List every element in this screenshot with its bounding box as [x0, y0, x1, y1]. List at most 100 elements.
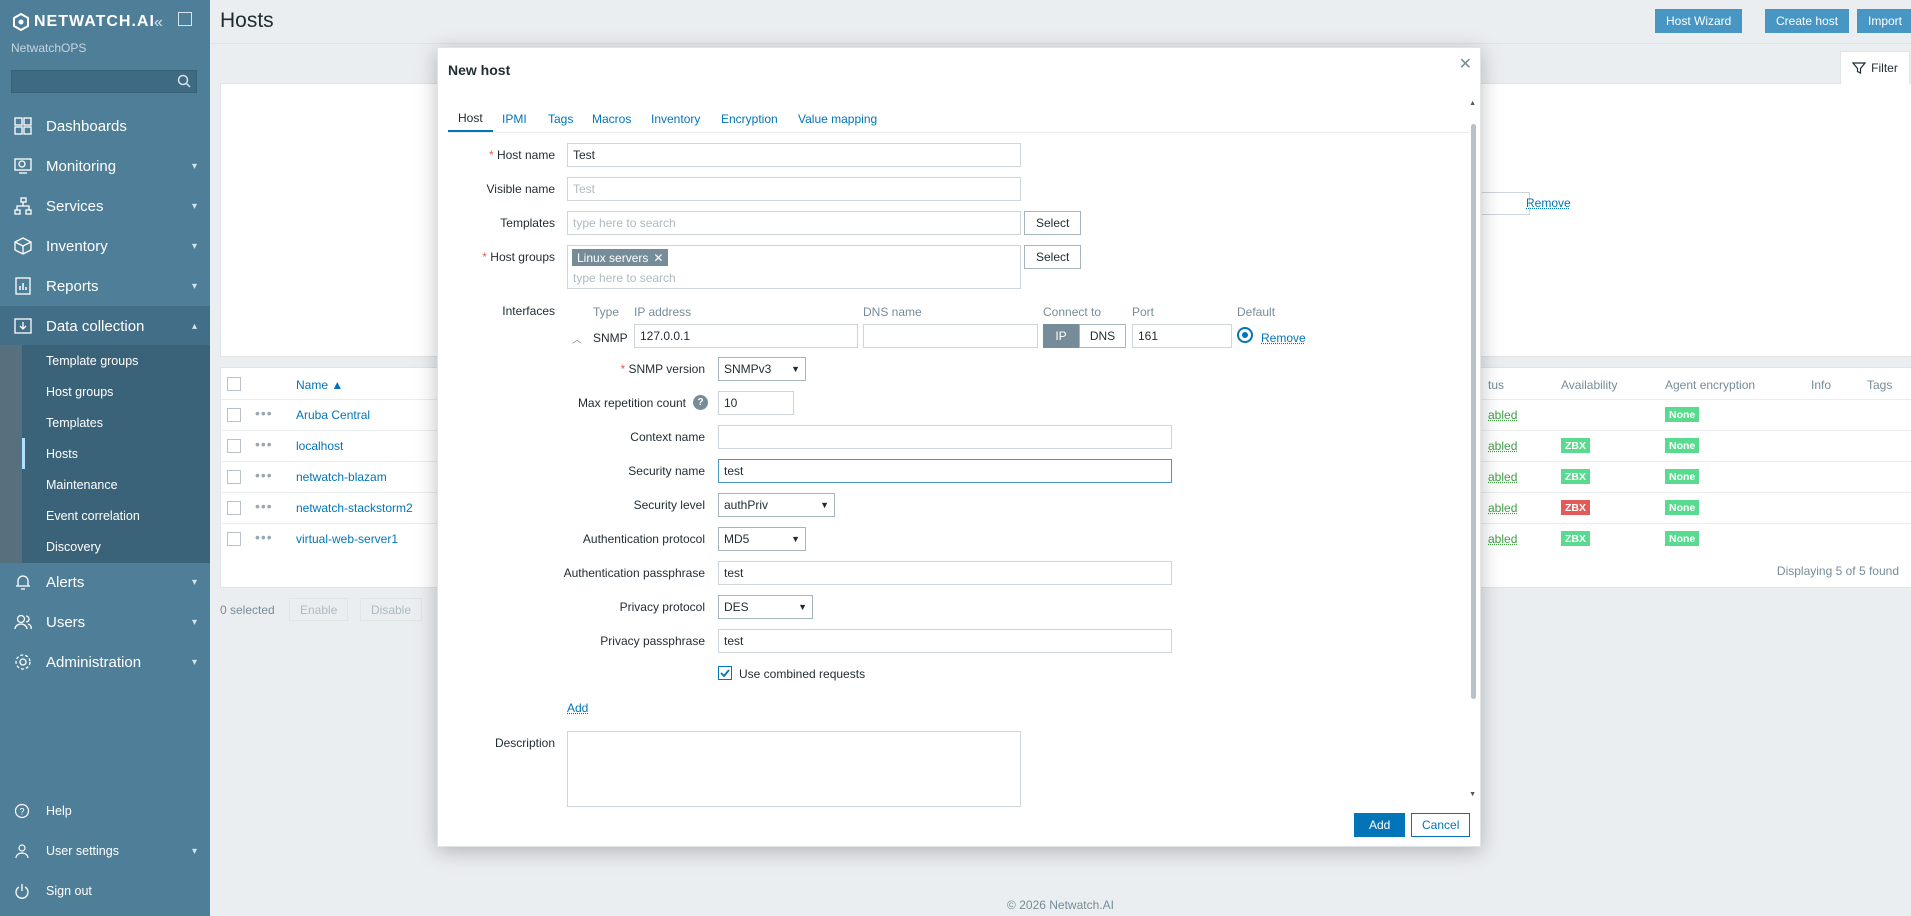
interface-remove-link[interactable]: Remove [1261, 331, 1306, 345]
row-checkbox[interactable] [227, 408, 241, 422]
nav-monitoring[interactable]: Monitoring ▾ [0, 146, 210, 186]
host-name-link[interactable]: localhost [296, 439, 343, 453]
nav-data-collection[interactable]: Data collection ▴ [0, 306, 210, 346]
interface-ip-input[interactable]: 127.0.0.1 [634, 324, 858, 348]
expand-icon[interactable] [178, 12, 192, 26]
host-groups-select-button[interactable]: Select [1024, 245, 1082, 269]
connect-ip-toggle[interactable]: IP [1043, 324, 1079, 348]
close-icon[interactable]: ✕ [1459, 54, 1472, 74]
nav-alerts[interactable]: Alerts ▾ [0, 562, 210, 602]
auth-protocol-select[interactable]: MD5 ▼ [718, 527, 806, 551]
logo[interactable]: NETWATCH.AI [12, 12, 155, 32]
nav-reports[interactable]: Reports ▾ [0, 266, 210, 306]
host-name-input[interactable]: Test [567, 143, 1021, 167]
host-name-link[interactable]: netwatch-stackstorm2 [296, 501, 413, 515]
tab-encryption[interactable]: Encryption [711, 106, 788, 132]
tab-tags[interactable]: Tags [538, 106, 583, 132]
host-wizard-button[interactable]: Host Wizard [1655, 9, 1743, 33]
security-level-select[interactable]: authPriv ▼ [718, 493, 835, 517]
host-groups-input[interactable]: Linux servers ✕ type here to search [567, 245, 1021, 289]
status-link[interactable]: abled [1488, 470, 1517, 484]
row-checkbox[interactable] [227, 439, 241, 453]
tab-inventory[interactable]: Inventory [641, 106, 710, 132]
combined-requests-checkbox[interactable] [718, 666, 732, 680]
logo-icon [13, 13, 29, 31]
column-name[interactable]: Name ▲ [296, 378, 343, 392]
more-icon[interactable]: ••• [255, 405, 273, 421]
create-host-button[interactable]: Create host [1765, 9, 1850, 33]
column-tags: Tags [1867, 378, 1893, 392]
subnav-maintenance[interactable]: Maintenance [22, 469, 210, 500]
more-icon[interactable]: ••• [255, 467, 273, 483]
more-icon[interactable]: ••• [255, 498, 273, 514]
nav-administration[interactable]: Administration ▾ [0, 642, 210, 682]
filter-remove-link[interactable]: Remove [1526, 196, 1571, 210]
nav-dashboards[interactable]: Dashboards [0, 106, 210, 146]
status-link[interactable]: abled [1488, 532, 1517, 546]
max-repetition-input[interactable]: 10 [718, 391, 794, 415]
help-icon[interactable]: ? [693, 395, 708, 410]
host-name-link[interactable]: virtual-web-server1 [296, 532, 398, 546]
chevron-up-icon[interactable]: ︿ [572, 331, 582, 346]
visible-name-input[interactable]: Test [567, 177, 1021, 201]
cancel-button[interactable]: Cancel [1411, 813, 1471, 837]
tab-macros[interactable]: Macros [582, 106, 641, 132]
subnav-hosts[interactable]: Hosts [22, 438, 210, 469]
filter-tab[interactable]: Filter [1840, 51, 1910, 84]
dialog-scrollbar[interactable] [1471, 110, 1476, 699]
sidebar-search-input[interactable] [11, 70, 197, 93]
filter-input[interactable] [1482, 192, 1530, 215]
privacy-protocol-select[interactable]: DES ▼ [718, 595, 813, 619]
default-interface-radio[interactable] [1237, 327, 1253, 343]
host-name-link[interactable]: Aruba Central [296, 408, 370, 422]
auth-passphrase-input[interactable]: test [718, 561, 1172, 585]
add-button[interactable]: Add [1354, 813, 1406, 837]
row-checkbox[interactable] [227, 532, 241, 546]
nav-inventory[interactable]: Inventory ▾ [0, 226, 210, 266]
disable-button[interactable]: Disable [360, 598, 423, 621]
tab-host[interactable]: Host [448, 106, 493, 132]
selected-count: 0 selected [220, 603, 275, 617]
column-status[interactable]: tus [1488, 378, 1504, 392]
status-link[interactable]: abled [1488, 408, 1517, 422]
subnav-templates[interactable]: Templates [22, 407, 210, 438]
select-all-checkbox[interactable] [227, 377, 241, 391]
context-name-input[interactable] [718, 425, 1172, 449]
nav-services[interactable]: Services ▾ [0, 186, 210, 226]
status-link[interactable]: abled [1488, 501, 1517, 515]
connect-dns-toggle[interactable]: DNS [1079, 324, 1126, 348]
scroll-up-icon[interactable]: ▲ [1469, 100, 1476, 107]
collapse-sidebar-icon[interactable]: « [154, 14, 163, 32]
description-textarea[interactable] [567, 731, 1021, 807]
tab-value-mapping[interactable]: Value mapping [788, 106, 887, 132]
nav-help[interactable]: ? Help [0, 796, 210, 826]
templates-input[interactable]: type here to search [567, 211, 1021, 235]
remove-chip-icon[interactable]: ✕ [653, 251, 663, 265]
subnav-discovery[interactable]: Discovery [22, 531, 210, 562]
row-checkbox[interactable] [227, 470, 241, 484]
subnav-event-correlation[interactable]: Event correlation [22, 500, 210, 531]
scroll-down-icon[interactable]: ▼ [1469, 791, 1476, 798]
add-interface-link[interactable]: Add [567, 701, 588, 715]
more-icon[interactable]: ••• [255, 529, 273, 545]
host-group-chip[interactable]: Linux servers ✕ [572, 249, 669, 266]
tab-ipmi[interactable]: IPMI [492, 106, 537, 132]
host-name-link[interactable]: netwatch-blazam [296, 470, 387, 484]
more-icon[interactable]: ••• [255, 436, 273, 452]
interface-dns-input[interactable] [863, 324, 1038, 348]
nav-user-settings[interactable]: User settings ▾ [0, 836, 210, 866]
row-checkbox[interactable] [227, 501, 241, 515]
import-button[interactable]: Import [1857, 9, 1911, 33]
snmp-version-select[interactable]: SNMPv3 ▼ [718, 357, 806, 381]
status-link[interactable]: abled [1488, 439, 1517, 453]
subnav-template-groups[interactable]: Template groups [22, 345, 210, 376]
interface-port-input[interactable]: 161 [1132, 324, 1232, 348]
nav-sign-out[interactable]: Sign out [0, 876, 210, 906]
enable-button[interactable]: Enable [289, 598, 349, 621]
security-name-input[interactable]: test [718, 459, 1172, 483]
templates-select-button[interactable]: Select [1024, 211, 1082, 235]
subnav-host-groups[interactable]: Host groups [22, 376, 210, 407]
nav-users[interactable]: Users ▾ [0, 602, 210, 642]
search-icon[interactable] [177, 74, 191, 88]
privacy-passphrase-input[interactable]: test [718, 629, 1172, 653]
